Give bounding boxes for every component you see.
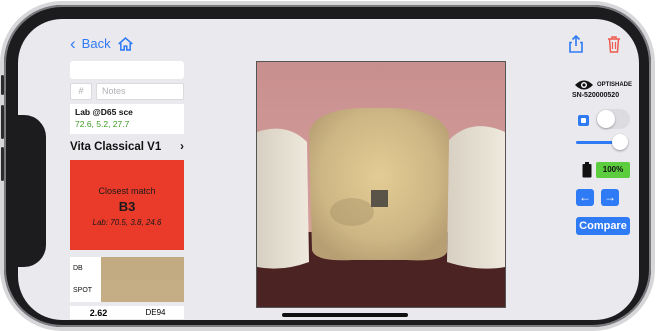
closest-match-shade: B3 [118, 199, 136, 214]
compare-button[interactable]: Compare [576, 217, 630, 235]
delta-e-row: 2.62 DE94 [70, 306, 184, 319]
next-arrow-icon[interactable]: → [601, 189, 619, 206]
brand-logo: OPTISHADE [574, 79, 632, 91]
toggle-knob [597, 110, 615, 128]
left-panel: # Notes Lab @D65 sce 72.6, 5.2, 27.7 Vit… [70, 61, 184, 319]
color-comparison: DB SPOT [70, 257, 184, 302]
delta-e-value: 2.62 [89, 307, 108, 318]
top-navigation: ‹ Back [70, 35, 134, 52]
home-indicator [282, 313, 408, 317]
chevron-right-icon: › [180, 141, 184, 153]
eye-icon [575, 80, 593, 90]
battery-percent: 100% [596, 162, 630, 178]
db-label: DB [73, 264, 83, 272]
measurement-spot [371, 190, 388, 207]
slider-thumb[interactable] [612, 134, 628, 150]
lab-values: 72.6, 5.2, 27.7 [75, 119, 130, 129]
brightness-slider[interactable] [576, 134, 628, 150]
spot-swatch [101, 279, 184, 302]
back-button[interactable]: Back [82, 36, 111, 51]
spot-label: SPOT [73, 287, 93, 295]
trash-icon[interactable] [606, 35, 622, 53]
closest-match-panel: Closest match B3 Lab: 70.5, 3.8, 24.6 [70, 160, 184, 250]
mute-switch [1, 75, 4, 95]
closest-match-label: Closest match [98, 186, 156, 196]
phone-frame: ‹ Back # Notes Lab @D65 sce 72.6, 5.2, 2… [1, 5, 651, 327]
device-serial: SN-520000520 [572, 92, 620, 99]
mode-toggle[interactable] [596, 109, 630, 129]
shade-guide-selector[interactable]: Vita Classical V1 › [70, 141, 184, 153]
volume-up-button [1, 105, 4, 139]
measured-lab-box: Lab @D65 sce 72.6, 5.2, 27.7 [70, 104, 184, 134]
sample-name-input[interactable] [70, 61, 184, 79]
shade-guide-label: Vita Classical V1 [70, 141, 162, 153]
battery-icon [582, 162, 592, 178]
volume-down-button [1, 147, 4, 181]
capture-mode-icon[interactable] [578, 115, 589, 126]
tooth-image [257, 62, 505, 307]
db-swatch [101, 257, 184, 280]
share-icon[interactable] [568, 35, 584, 53]
previous-arrow-icon[interactable]: ← [576, 189, 594, 206]
camera-notch [18, 115, 46, 267]
tooth-photo[interactable] [256, 61, 506, 308]
brand-name: OPTISHADE [597, 82, 633, 88]
home-icon[interactable] [117, 36, 134, 52]
lab-title: Lab @D65 sce [75, 107, 133, 117]
sample-number-input[interactable]: # [70, 83, 92, 100]
screen: ‹ Back # Notes Lab @D65 sce 72.6, 5.2, 2… [18, 19, 639, 320]
delta-e-label: DE94 [145, 308, 166, 317]
closest-match-lab: Lab: 70.5, 3.8, 24.6 [92, 218, 162, 227]
notes-input[interactable]: Notes [96, 83, 184, 100]
back-chevron-icon[interactable]: ‹ [70, 35, 76, 52]
